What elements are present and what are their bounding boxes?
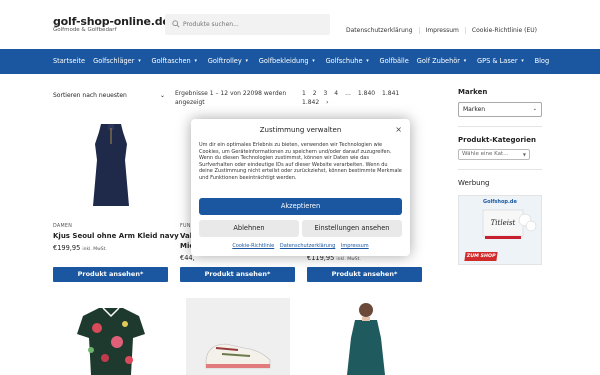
link-impressum[interactable]: Impressum <box>341 243 369 249</box>
consent-overlay: Zustimmung verwalten × Um dir ein optima… <box>0 0 600 375</box>
link-cookie-richtlinie[interactable]: Cookie-Richtlinie <box>232 243 274 249</box>
consent-links: Cookie-Richtlinie Datenschutzerklärung I… <box>191 243 410 249</box>
accept-button[interactable]: Akzeptieren <box>199 198 402 215</box>
consent-title: Zustimmung verwalten <box>259 126 342 134</box>
link-datenschutz[interactable]: Datenschutzerklärung <box>280 243 335 249</box>
view-settings-button[interactable]: Einstellungen ansehen <box>302 220 402 237</box>
close-icon[interactable]: × <box>395 125 402 134</box>
consent-text: Um dir ein optimales Erlebnis zu bieten,… <box>199 142 402 181</box>
consent-dialog: Zustimmung verwalten × Um dir ein optima… <box>191 119 410 256</box>
deny-button[interactable]: Ablehnen <box>199 220 299 237</box>
